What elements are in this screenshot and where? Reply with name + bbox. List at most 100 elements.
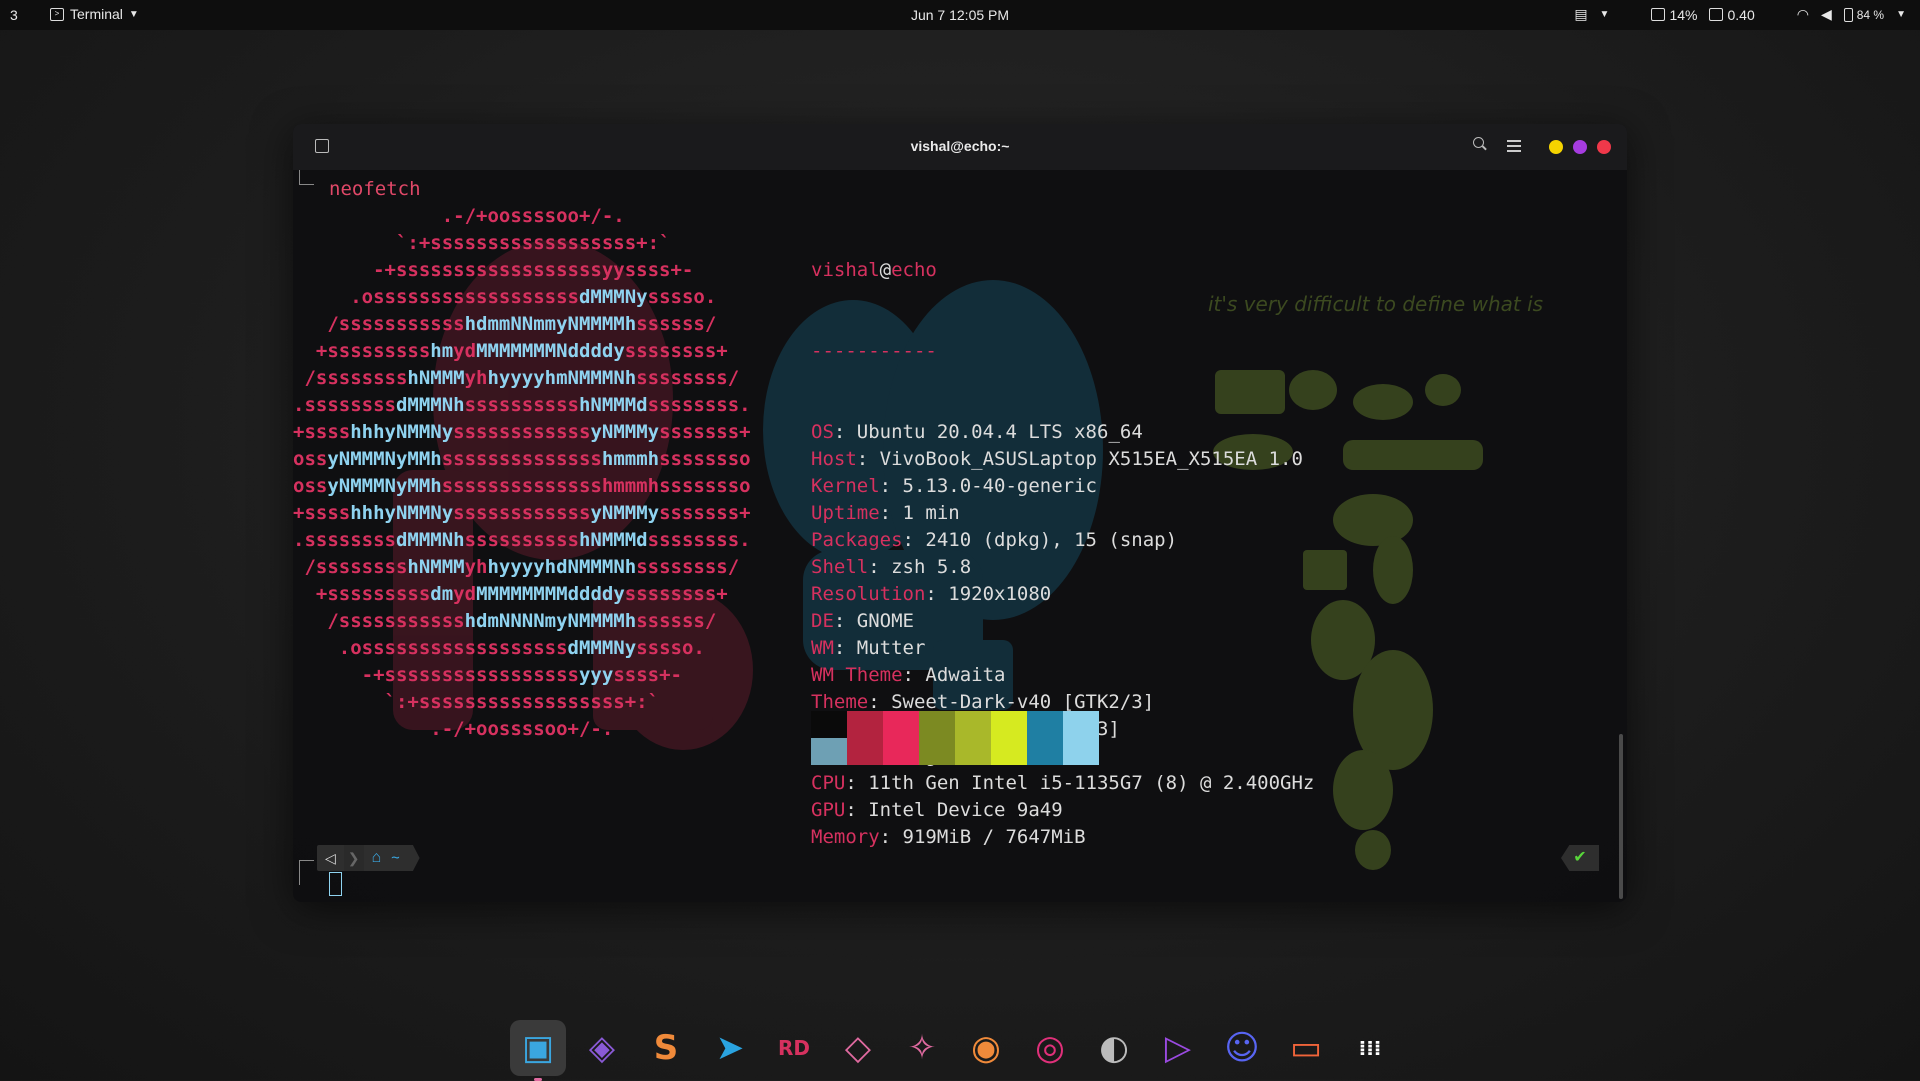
search-icon[interactable] — [1473, 137, 1484, 148]
logo-segment: ssssssso — [659, 448, 797, 470]
logo-segment: dMMMNy — [567, 637, 637, 659]
chevron-down-icon[interactable]: ▼ — [1896, 9, 1906, 20]
load-value: 0.40 — [1727, 6, 1755, 23]
info-colon: : — [833, 421, 857, 443]
logo-segment: yh — [464, 556, 488, 578]
window-title: vishal@echo:~ — [910, 138, 1010, 154]
media-player-icon: ◎ — [1035, 1028, 1065, 1068]
info-line: Shell: zsh 5.8 — [811, 554, 1314, 581]
maximize-button[interactable] — [1573, 140, 1587, 154]
dock-item[interactable]: ◐ — [1086, 1020, 1142, 1076]
logo-line: +sssssssssdmydMMMMMMMMddddyssssssss+ — [293, 581, 773, 608]
info-value: 1920x1080 — [948, 583, 1052, 605]
logo-segment: .ssssssss — [293, 529, 396, 551]
logo-segment: ssssssssssss — [453, 421, 591, 443]
info-value: Ubuntu 20.04.4 LTS x86_64 — [856, 421, 1143, 443]
logo-line: /ssssssssssshdmNNNNmyNMMMMhssssss/ — [293, 608, 773, 635]
cpu-monitor[interactable]: 14% — [1651, 7, 1697, 23]
logo-segment: dMMMNh — [395, 529, 465, 551]
logo-segment: /ssssssss — [293, 556, 408, 578]
info-key: WM Theme — [811, 664, 903, 686]
logo-segment: -+sssssssssssssssss — [293, 664, 579, 686]
logo-line: -+ssssssssssssssssssyyssss+- — [293, 257, 773, 284]
discord-icon: ☺ — [1224, 1028, 1260, 1068]
logo-segment: MMMMMMMNddddy — [476, 340, 625, 362]
dock-item[interactable]: ✧ — [894, 1020, 950, 1076]
dock-item[interactable]: ☺ — [1214, 1020, 1270, 1076]
logo-segment: dm — [430, 583, 454, 605]
logo-segment: .ssssssss — [293, 394, 396, 416]
logo-segment: +ssss — [293, 502, 351, 524]
logo-segment: ssssssssssss — [453, 502, 591, 524]
info-key: Host — [811, 448, 857, 470]
info-colon: : — [879, 826, 903, 848]
obs-icon: ◐ — [1099, 1028, 1129, 1068]
logo-segment: hdmmNNmmyNMMMMh — [464, 313, 637, 335]
dock-item[interactable]: ⁞⁞⁞ — [1342, 1020, 1398, 1076]
logo-line: -+sssssssssssssssssyyyssss+- — [293, 662, 773, 689]
dock-item[interactable]: ◇ — [830, 1020, 886, 1076]
logo-segment: sssssssssssssshmmmh — [441, 475, 660, 497]
info-colon: : — [925, 583, 949, 605]
chevron-down-icon[interactable]: ▼ — [1600, 9, 1610, 20]
battery-indicator[interactable]: 84 % — [1843, 7, 1884, 22]
dock: ▣ ◈ S ➤ RD ◇ ✧ ◉ ◎ ◐ ▷ ☺ ▭ ⁞⁞⁞ — [510, 1015, 1398, 1081]
info-key: Packages — [811, 529, 903, 551]
logo-segment: ssssssss/ — [636, 367, 785, 389]
logo-line: ossyNMMMNyMMhsssssssssssssshmmmhssssssso — [293, 446, 773, 473]
dock-item[interactable]: ▣ — [510, 1020, 566, 1081]
logo-segment: .-/+oossssoo+/-. — [293, 205, 797, 227]
prompt-corner — [299, 170, 314, 185]
info-colon: : — [902, 529, 926, 551]
info-value: 5.13.0-40-generic — [902, 475, 1097, 497]
title-bar[interactable]: vishal@echo:~ — [293, 124, 1627, 170]
prompt-corner-bottom — [299, 860, 314, 885]
volume-icon[interactable]: ◀ — [1821, 6, 1832, 23]
logo-segment: yNMMMy — [590, 502, 660, 524]
dock-item[interactable]: ➤ — [702, 1020, 758, 1076]
monitor-icon — [1709, 8, 1724, 21]
minimize-button[interactable] — [1549, 140, 1563, 154]
color-swatch — [955, 711, 991, 765]
load-monitor[interactable]: 0.40 — [1709, 6, 1755, 23]
info-key: Shell — [811, 556, 869, 578]
color-swatch — [1027, 711, 1063, 765]
terminal-window[interactable]: it's very difficult to define what is vi… — [293, 124, 1627, 902]
close-button[interactable] — [1597, 140, 1611, 154]
hamburger-menu-icon[interactable] — [1507, 140, 1521, 155]
dock-item[interactable]: ◎ — [1022, 1020, 1078, 1076]
dock-item[interactable]: ◈ — [574, 1020, 630, 1076]
dock-item[interactable]: ◉ — [958, 1020, 1014, 1076]
logo-segment: yh — [464, 367, 488, 389]
info-line: WM: Mutter — [811, 635, 1314, 662]
scrollbar[interactable] — [1619, 734, 1623, 899]
blender-icon: ◉ — [971, 1028, 1001, 1068]
logo-line: /sssssssshNMMMyhhyyyyhmNMMMNhssssssss/ — [293, 365, 773, 392]
terminal-cursor — [329, 872, 342, 896]
dock-item[interactable]: RD — [766, 1020, 822, 1076]
info-value: Intel Device 9a49 — [868, 799, 1063, 821]
command-text: neofetch — [329, 178, 421, 200]
dock-item[interactable]: ▷ — [1150, 1020, 1206, 1076]
info-value: 11th Gen Intel i5-1135G7 (8) @ 2.400GHz — [868, 772, 1315, 794]
info-key: Uptime — [811, 502, 880, 524]
logo-line: .-/+oossssoo+/-. — [293, 203, 773, 230]
logo-segment: hNMMMd — [578, 394, 648, 416]
telegram-icon: ➤ — [715, 1028, 745, 1068]
logo-line: /sssssssshNMMMyhhyyyyhdNMMMNhssssssss/ — [293, 554, 773, 581]
dock-item[interactable]: ▭ — [1278, 1020, 1334, 1076]
top-bar: 3 > Terminal ▼ Jun 7 12:05 PM ▤ ▼ 14% 0.… — [0, 0, 1920, 30]
info-line: Resolution: 1920x1080 — [811, 581, 1314, 608]
logo-segment: /ssssssss — [293, 367, 408, 389]
info-value: zsh 5.8 — [891, 556, 972, 578]
logo-segment: +ssss — [293, 421, 351, 443]
wifi-icon[interactable]: ◠ — [1797, 6, 1809, 23]
cpu-value: 14% — [1669, 6, 1698, 23]
info-colon: : — [833, 637, 857, 659]
info-key: OS — [811, 421, 834, 443]
dock-item[interactable]: S — [638, 1020, 694, 1076]
separator-line: ----------- — [811, 340, 937, 362]
clipboard-icon[interactable]: ▤ — [1574, 6, 1587, 23]
logo-segment: hNMMM — [407, 556, 465, 578]
info-colon: : — [868, 691, 892, 713]
